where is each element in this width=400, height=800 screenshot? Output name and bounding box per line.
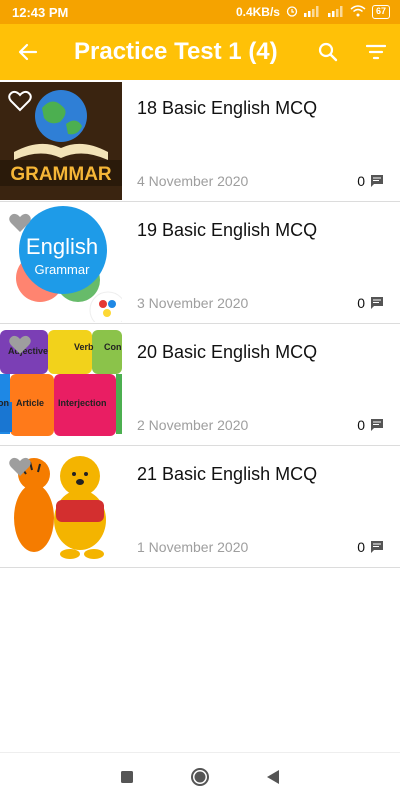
list-item[interactable]: English Grammar 19 Basic English MCQ 3 N… <box>0 202 400 324</box>
thumbnail-grammar: GRAMMAR <box>0 82 122 200</box>
puzzle-piece-label: Interjection <box>58 398 107 408</box>
list-item[interactable]: Adjective Verb Con on Article Interjecti… <box>0 324 400 446</box>
mcq-list: GRAMMAR 18 Basic English MCQ 4 November … <box>0 80 400 568</box>
back-nav-button[interactable] <box>253 757 293 797</box>
item-date: 3 November 2020 <box>137 295 249 311</box>
comment-count: 0 <box>357 295 384 311</box>
thumb-grammar-text: GRAMMAR <box>10 164 112 185</box>
comment-count-value: 0 <box>357 173 365 189</box>
comment-count: 0 <box>357 417 384 433</box>
item-date: 2 November 2020 <box>137 417 249 433</box>
comment-count: 0 <box>357 539 384 555</box>
filter-icon <box>366 44 386 60</box>
comment-icon <box>371 419 383 431</box>
square-icon <box>120 770 133 783</box>
search-button[interactable] <box>304 24 352 80</box>
item-title: 19 Basic English MCQ <box>137 220 318 240</box>
favorite-heart-icon[interactable] <box>8 90 32 117</box>
system-nav-bar <box>0 752 400 800</box>
alarm-icon <box>286 5 298 20</box>
favorite-heart-icon[interactable] <box>8 334 32 361</box>
thumbnail-cartoon <box>0 448 122 566</box>
puzzle-piece-label: Con <box>104 342 122 352</box>
battery-indicator: 67 <box>371 5 390 19</box>
status-time: 12:43 PM <box>12 4 69 20</box>
comment-count-value: 0 <box>357 539 365 555</box>
search-icon <box>318 42 338 62</box>
wifi-icon <box>350 4 366 20</box>
comment-icon <box>371 297 383 309</box>
comment-icon <box>371 175 383 187</box>
recent-apps-button[interactable] <box>107 757 147 797</box>
status-icons: 0.4KB/s 67 <box>235 4 390 20</box>
comment-count-value: 0 <box>357 417 365 433</box>
favorite-heart-icon[interactable] <box>8 456 32 483</box>
item-title: 20 Basic English MCQ <box>137 342 318 362</box>
list-item[interactable]: GRAMMAR 18 Basic English MCQ 4 November … <box>0 80 400 202</box>
thumb-grammar-subtext: Grammar <box>35 262 91 277</box>
item-title: 18 Basic English MCQ <box>137 98 318 118</box>
filter-button[interactable] <box>352 24 400 80</box>
item-title: 21 Basic English MCQ <box>137 464 318 484</box>
thumbnail-puzzle: Adjective Verb Con on Article Interjecti… <box>0 326 122 444</box>
home-button[interactable] <box>180 757 220 797</box>
puzzle-piece-label: on <box>0 398 9 408</box>
triangle-back-icon <box>267 769 280 784</box>
thumbnail-english-grammar: English Grammar <box>0 204 122 322</box>
item-date: 4 November 2020 <box>137 173 249 189</box>
comment-count-value: 0 <box>357 295 365 311</box>
signal-icon <box>303 5 322 20</box>
arrow-back-icon <box>18 43 38 61</box>
favorite-heart-icon[interactable] <box>8 212 32 239</box>
app-bar: Practice Test 1 (4) <box>0 24 400 80</box>
comment-count: 0 <box>357 173 384 189</box>
signal-icon-2 <box>327 5 344 20</box>
list-item[interactable]: 21 Basic English MCQ 1 November 2020 0 <box>0 446 400 568</box>
puzzle-piece-label: Article <box>16 398 44 408</box>
status-bar: 12:43 PM 0.4KB/s 67 <box>0 0 400 24</box>
item-date: 1 November 2020 <box>137 539 249 555</box>
page-title: Practice Test 1 (4) <box>74 38 278 65</box>
network-speed: 0.4KB/s <box>235 5 280 19</box>
comment-icon <box>371 541 383 553</box>
home-circle-icon <box>190 767 209 786</box>
thumb-english-text: English <box>26 234 98 259</box>
back-button[interactable] <box>0 24 56 80</box>
puzzle-piece-label: Verb <box>74 342 94 352</box>
